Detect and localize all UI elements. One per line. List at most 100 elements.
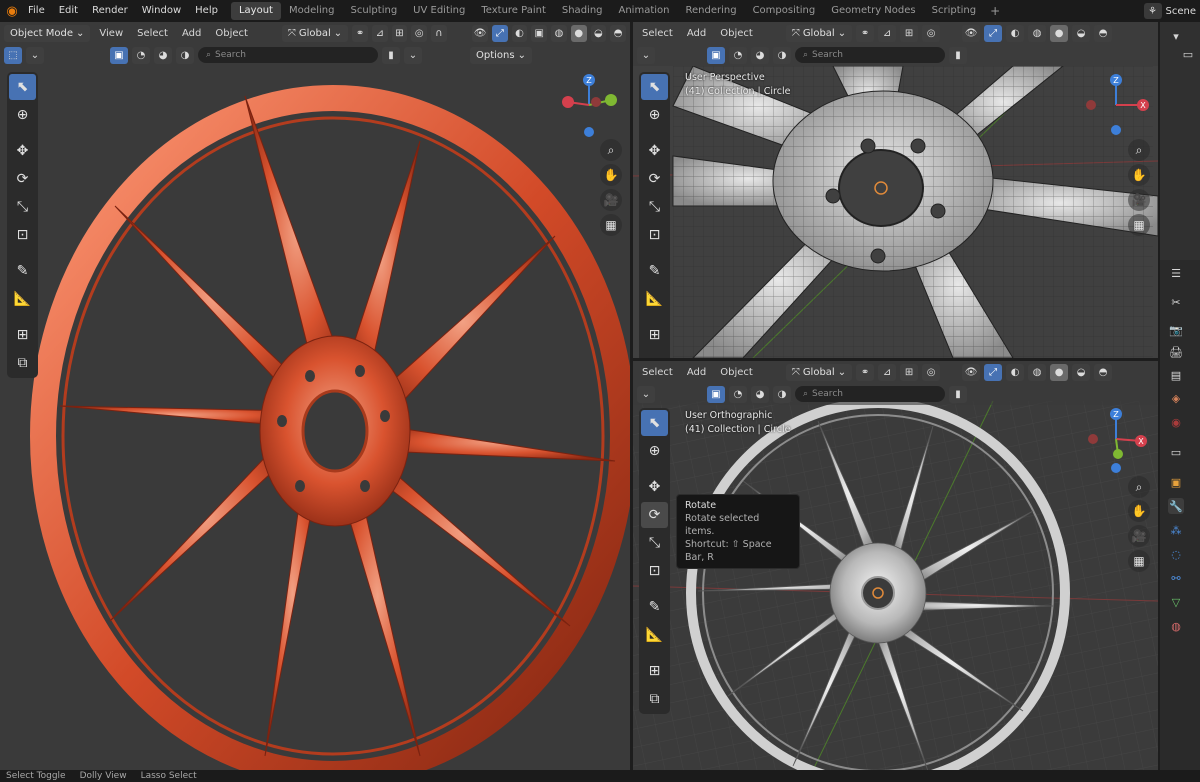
visibility-icon[interactable]: 👁	[962, 363, 981, 381]
outliner-collection-icon[interactable]: ▭	[1180, 46, 1196, 62]
object-type-mesh-icon[interactable]: ▣	[707, 385, 725, 403]
search-input[interactable]: ⌕ Search	[795, 47, 945, 63]
transform-orientation-dropdown[interactable]: ⤧ Global ⌄	[785, 24, 853, 42]
material-properties-icon[interactable]: ◍	[1168, 618, 1184, 634]
measure-icon[interactable]: 📐	[641, 286, 668, 312]
collection-properties-icon[interactable]: ▭	[1168, 444, 1184, 460]
navigation-gizmo[interactable]: Z X	[1083, 406, 1149, 476]
menu-select[interactable]: Select	[637, 367, 678, 378]
scale-icon[interactable]: ⤡	[9, 194, 36, 220]
viewport-top-right[interactable]: Select Add Object ⤧ Global ⌄ ⚭ ⊿ ⊞ ◎ 👁 ⤢ ◐…	[633, 22, 1158, 358]
grid-icon[interactable]: ▦	[1128, 214, 1150, 236]
solid-shading-icon[interactable]: ●	[570, 24, 587, 42]
move-icon[interactable]: ✥	[9, 138, 36, 164]
tab-geometry-nodes[interactable]: Geometry Nodes	[823, 2, 923, 20]
render-properties-icon[interactable]: 📷	[1168, 322, 1184, 338]
data-properties-icon[interactable]: ▽	[1168, 594, 1184, 610]
rendered-shading-icon[interactable]: ◓	[1094, 363, 1113, 381]
solid-shading-icon[interactable]: ●	[1050, 24, 1069, 42]
chevron-down-icon[interactable]: ⌄	[26, 46, 44, 64]
overlay-icon[interactable]: ◐	[1006, 24, 1025, 42]
chevron-down-icon[interactable]: ⌄	[637, 46, 655, 64]
object-properties-icon[interactable]: ▣	[1168, 474, 1184, 490]
scale-icon[interactable]: ⤡	[641, 530, 668, 556]
grid-icon[interactable]: ▦	[600, 214, 622, 236]
pan-hand-icon[interactable]: ✋	[1128, 500, 1150, 522]
navigation-gizmo[interactable]: Z X	[1083, 72, 1149, 142]
filter-empty-icon[interactable]: ◑	[773, 46, 791, 64]
proportional-edit-icon[interactable]: ◎	[922, 24, 941, 42]
annotate-icon[interactable]: ✎	[641, 594, 668, 620]
cursor-icon[interactable]: ⊕	[641, 102, 668, 128]
select-box-icon[interactable]: ⬉	[641, 74, 668, 100]
scale-icon[interactable]: ⤡	[641, 194, 668, 220]
snap-target-icon[interactable]: ⊞	[900, 24, 919, 42]
annotate-icon[interactable]: ✎	[641, 258, 668, 284]
transform-orientation-dropdown[interactable]: ⤧ Global ⌄	[281, 24, 349, 42]
properties-editor-icon[interactable]: ☰	[1168, 265, 1184, 281]
pivot-icon[interactable]: ⚭	[856, 24, 875, 42]
menu-add[interactable]: Add	[682, 28, 711, 39]
material-shading-icon[interactable]: ◒	[1072, 363, 1091, 381]
world-properties-icon[interactable]: ◉	[1168, 414, 1184, 430]
navigation-gizmo[interactable]: Z	[556, 72, 622, 142]
cursor-icon[interactable]: ⊕	[9, 102, 36, 128]
annotate-icon[interactable]: ✎	[9, 258, 36, 284]
add-cube-icon[interactable]: ⊞	[641, 658, 668, 684]
wireframe-shading-icon[interactable]: ◍	[1028, 24, 1047, 42]
camera-icon[interactable]: 🎥	[1128, 189, 1150, 211]
transform-orientation-dropdown[interactable]: ⤧ Global ⌄	[785, 363, 853, 381]
menu-edit[interactable]: Edit	[52, 0, 85, 22]
visibility-icon[interactable]: 👁	[962, 24, 981, 42]
tab-sculpting[interactable]: Sculpting	[342, 2, 405, 20]
overlay-icon[interactable]: ◐	[1006, 363, 1025, 381]
bookmark-icon[interactable]: ▮	[382, 46, 400, 64]
proportional-edit-icon[interactable]: ◎	[922, 363, 941, 381]
view-layer-icon[interactable]: ▤	[1168, 367, 1184, 383]
scene-properties-icon[interactable]: ◈	[1168, 390, 1184, 406]
tool-properties-icon[interactable]: ✂	[1168, 294, 1184, 310]
menu-file[interactable]: File	[21, 0, 52, 22]
tab-scripting[interactable]: Scripting	[924, 2, 984, 20]
menu-object[interactable]: Object	[210, 28, 253, 39]
select-box-icon[interactable]: ⬉	[641, 410, 668, 436]
menu-object[interactable]: Object	[715, 367, 758, 378]
snap-icon[interactable]: ⊿	[878, 24, 897, 42]
tab-compositing[interactable]: Compositing	[745, 2, 824, 20]
overlay-icon[interactable]: ◐	[511, 24, 528, 42]
select-box-icon[interactable]: ⬉	[9, 74, 36, 100]
transform-icon[interactable]: ⊡	[641, 222, 668, 248]
gizmo-toggle-icon[interactable]: ⤢	[491, 24, 508, 42]
extrude-icon[interactable]: ⧉	[641, 350, 668, 358]
filter-camera-icon[interactable]: ◕	[751, 46, 769, 64]
bookmark-icon[interactable]: ▮	[949, 385, 967, 403]
falloff-icon[interactable]: ∩	[431, 24, 447, 42]
snap-icon[interactable]: ⊿	[371, 24, 388, 42]
filter-camera-icon[interactable]: ◕	[154, 46, 172, 64]
options-button[interactable]: Options ⌄	[470, 46, 532, 64]
mode-selector[interactable]: Object Mode ⌄	[4, 24, 91, 42]
rendered-shading-icon[interactable]: ◓	[1094, 24, 1113, 42]
particles-icon[interactable]: ⁂	[1168, 522, 1184, 538]
menu-window[interactable]: Window	[135, 0, 188, 22]
zoom-icon[interactable]: ⌕	[600, 139, 622, 161]
cursor-icon[interactable]: ⊕	[641, 438, 668, 464]
rotate-icon[interactable]: ⟳	[9, 166, 36, 192]
menu-select[interactable]: Select	[132, 28, 173, 39]
bookmark-icon[interactable]: ▮	[949, 46, 967, 64]
filter-dropdown-icon[interactable]: ⌄	[404, 46, 422, 64]
transform-icon[interactable]: ⊡	[641, 558, 668, 584]
search-input[interactable]: ⌕ Search	[795, 386, 945, 402]
output-properties-icon[interactable]: 🖨	[1168, 344, 1184, 360]
filter-empty-icon[interactable]: ◑	[773, 385, 791, 403]
menu-add[interactable]: Add	[682, 367, 711, 378]
menu-select[interactable]: Select	[637, 28, 678, 39]
menu-render[interactable]: Render	[85, 0, 135, 22]
viewport-bottom-right[interactable]: Select Add Object ⤧ Global ⌄ ⚭ ⊿ ⊞ ◎ 👁 ⤢ ◐…	[633, 361, 1158, 770]
tab-layout[interactable]: Layout	[230, 2, 281, 20]
move-icon[interactable]: ✥	[641, 138, 668, 164]
tab-uv-editing[interactable]: UV Editing	[405, 2, 473, 20]
wireframe-shading-icon[interactable]: ◍	[551, 24, 567, 42]
blender-logo-icon[interactable]: ◉	[3, 2, 21, 20]
rendered-shading-icon[interactable]: ◓	[610, 24, 626, 42]
